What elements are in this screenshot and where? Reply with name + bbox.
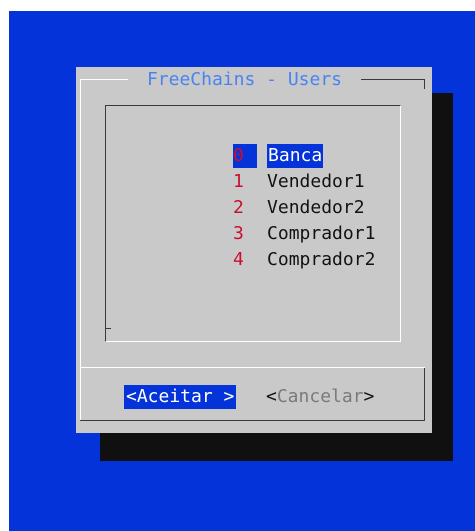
list-item-comprador2[interactable]: 4 Comprador2: [168, 224, 375, 270]
frame-border: [80, 79, 128, 80]
frame-border: [424, 79, 425, 89]
list-item-vendedor1[interactable]: 1 Vendedor1: [168, 146, 365, 192]
cancel-button[interactable]: <Cancelar>: [266, 385, 374, 409]
user-list[interactable]: 0 Banca 1 Vendedor1 2 Vendedor2 3 Comprador1…: [105, 105, 401, 342]
button-separator: [80, 367, 425, 368]
cancel-bracket-open: <: [266, 386, 277, 407]
users-dialog: FreeChains - Users 0 Banca 1 Vendedor1 2 Ve…: [76, 67, 432, 433]
list-item-vendedor2[interactable]: 2 Vendedor2: [168, 172, 365, 218]
list-item-banca[interactable]: 0 Banca: [168, 120, 324, 168]
accept-button[interactable]: <Aceitar >: [124, 385, 237, 409]
item-index: 4: [233, 249, 244, 270]
list-item-comprador1[interactable]: 3 Comprador1: [168, 198, 375, 244]
frame-border: [361, 79, 425, 80]
cancel-label: Cancelar: [276, 386, 364, 407]
cancel-bracket-close: >: [363, 386, 375, 407]
frame-border: [424, 367, 425, 421]
frame-border: [80, 79, 81, 421]
dialog-title: FreeChains - Users: [128, 68, 361, 92]
item-label: Comprador2: [267, 249, 376, 270]
frame-border: [80, 420, 425, 421]
